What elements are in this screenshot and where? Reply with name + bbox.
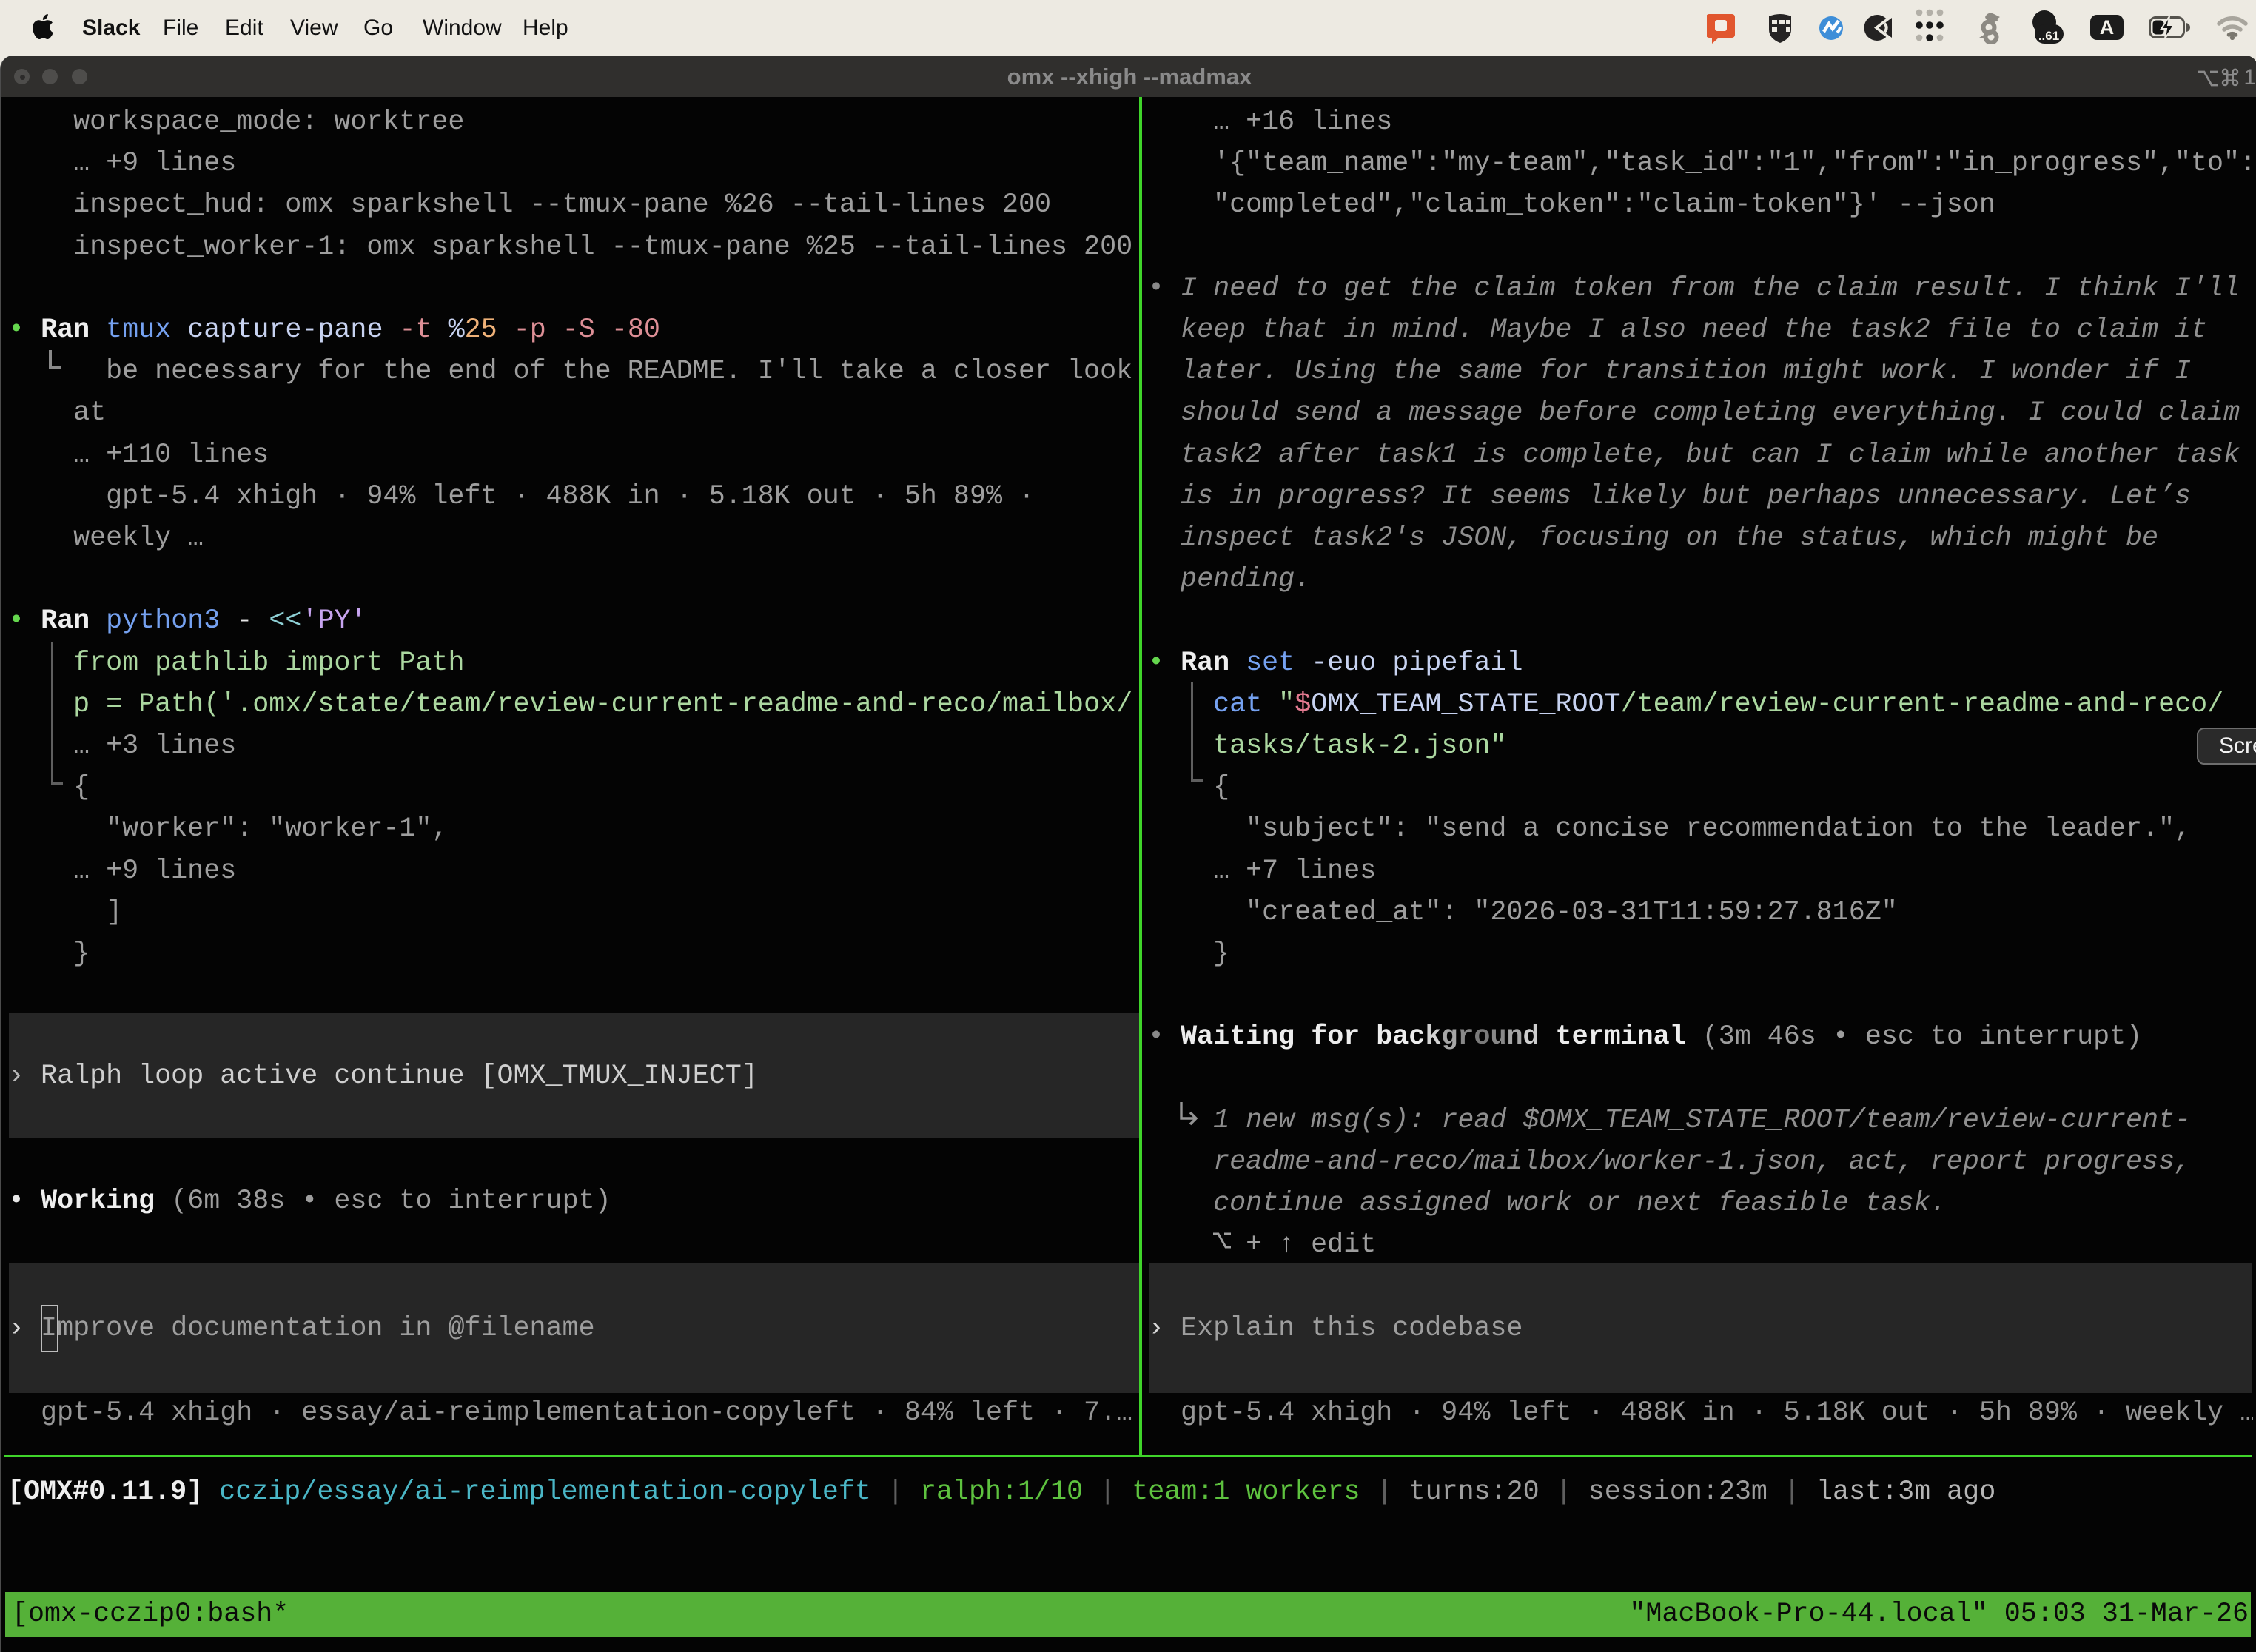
svg-text:..61: ..61 <box>2038 29 2059 43</box>
